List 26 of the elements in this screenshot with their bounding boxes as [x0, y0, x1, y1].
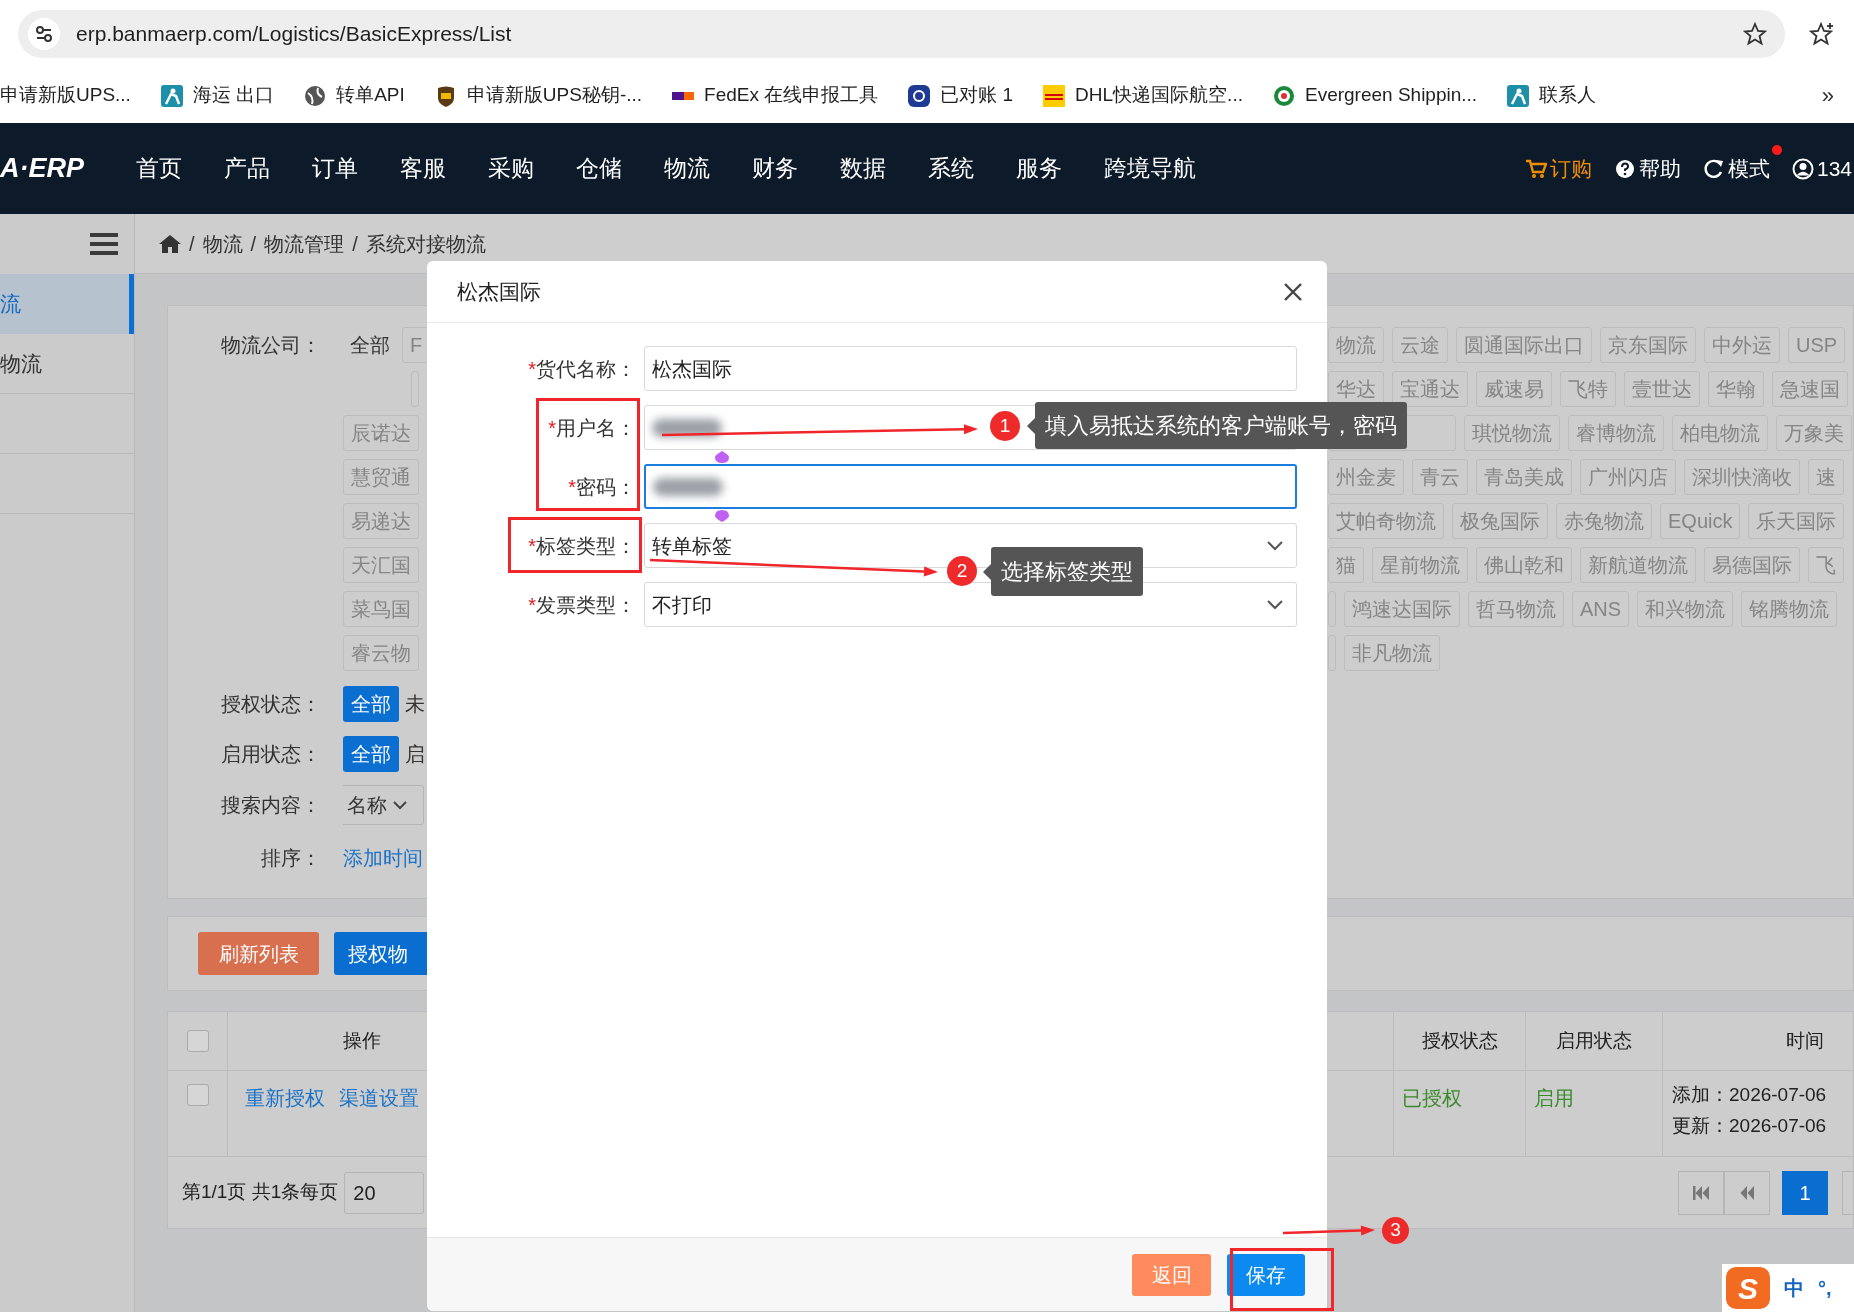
column-header: 时间 — [1786, 1028, 1824, 1053]
pager-summary: 第1/1页 共1条每页 — [182, 1180, 339, 1205]
filter-label: 搜索内容： — [221, 793, 321, 818]
filter-label: 排序： — [261, 846, 321, 871]
breadcrumb-separator: / — [250, 231, 257, 257]
filter-label: 启用状态： — [221, 742, 321, 767]
column-header: 授权状态 — [1421, 1028, 1498, 1053]
status-text: 启用 — [1534, 1087, 1574, 1109]
breadcrumb-separator: / — [352, 231, 358, 257]
field-label: *密码： — [568, 474, 636, 500]
field-label: *发票类型： — [528, 592, 636, 618]
time-text: 添加：2026-07-06 — [1672, 1083, 1828, 1107]
filter-label: 授权状态： — [221, 692, 321, 717]
time-text: 更新：2026-07-06 — [1672, 1113, 1828, 1138]
annotation-tooltip: 选择标签类型 — [991, 547, 1143, 596]
field-label: *标签类型： — [528, 533, 636, 559]
url-text: erp.banmaerp.com/Logistics/BasicExpress/List — [76, 21, 512, 48]
field-label: *货代名称： — [528, 356, 636, 382]
filter-label: 物流公司： — [221, 333, 321, 358]
breadcrumb-separator: / — [189, 231, 195, 257]
dialog-title: 松杰国际 — [457, 278, 541, 305]
field-label: *用户名： — [548, 415, 636, 441]
status-text: 已授权 — [1402, 1087, 1462, 1109]
annotation-tooltip: 填入易抵达系统的客户端账号，密码 — [1035, 402, 1407, 449]
column-header: 操作 — [343, 1028, 381, 1053]
column-header: 启用状态 — [1556, 1028, 1632, 1053]
